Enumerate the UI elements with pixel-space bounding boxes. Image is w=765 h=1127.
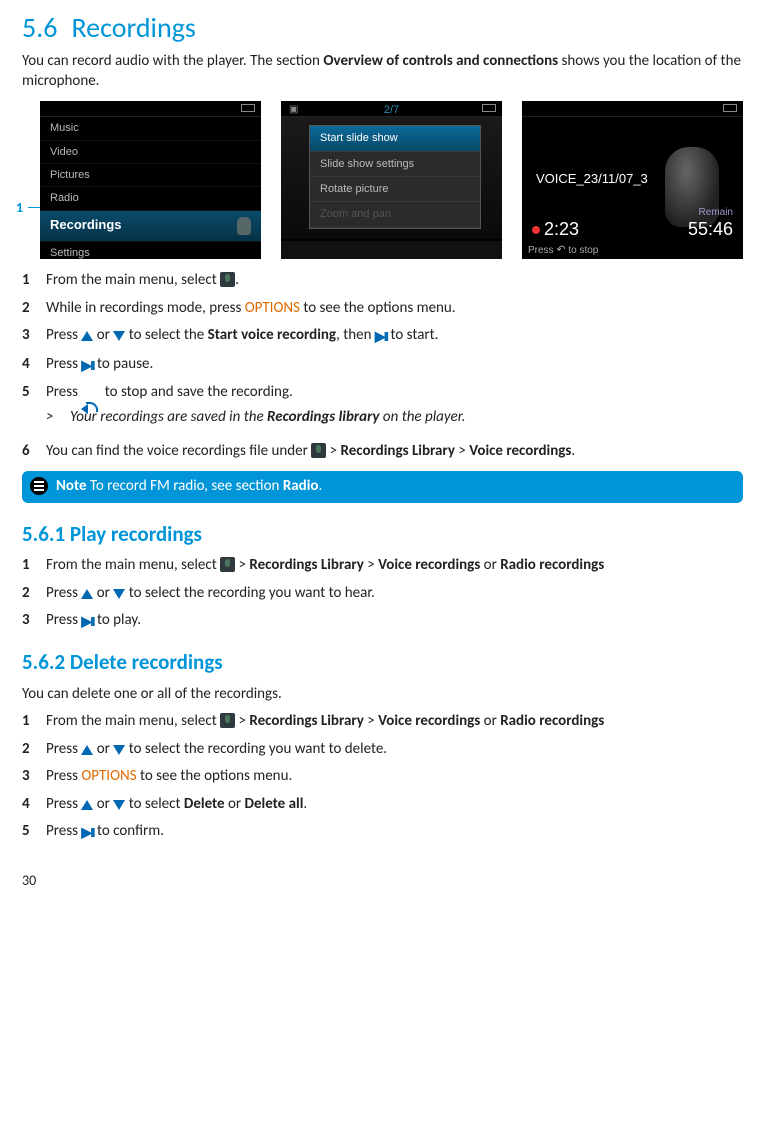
- battery-icon: [241, 104, 255, 112]
- recordings-icon: [220, 272, 235, 287]
- figure-callout-number: 1: [16, 199, 23, 217]
- subsection-heading: 5.6.2 Delete recordings: [22, 649, 743, 676]
- screenshot-options-menu: ▣ 2/7 Start slide show Slide show settin…: [281, 101, 502, 259]
- up-arrow-icon: [81, 800, 93, 810]
- figure-row: 1 Music Video Pictures Radio Recordings …: [22, 101, 743, 259]
- screenshot-recording: VOICE_23/11/07_3 Remain 2:23 55:46 Press…: [522, 101, 743, 259]
- menu-item: Video: [40, 141, 261, 164]
- device-status-bar: [40, 101, 261, 117]
- up-arrow-icon: [81, 331, 93, 341]
- photo-counter: 2/7: [384, 103, 399, 117]
- popup-item: Slide show settings: [310, 152, 480, 177]
- subsection-heading: 5.6.1 Play recordings: [22, 521, 743, 548]
- recording-filename: VOICE_23/11/07_3: [536, 171, 648, 188]
- remain-time: 55:46: [688, 218, 733, 241]
- recordings-icon: [220, 557, 235, 572]
- down-arrow-icon: [113, 745, 125, 755]
- intro-paragraph: You can record audio with the player. Th…: [22, 52, 743, 91]
- down-arrow-icon: [113, 331, 125, 341]
- elapsed-time: 2:23: [544, 219, 579, 239]
- record-dot-icon: [532, 226, 540, 234]
- menu-item-selected: Recordings: [40, 211, 261, 242]
- section-title: Recordings: [71, 10, 195, 45]
- menu-item: Music: [40, 117, 261, 140]
- menu-item: Settings: [40, 242, 261, 260]
- play-pause-icon: ▶II: [81, 357, 93, 375]
- delete-intro: You can delete one or all of the recordi…: [22, 685, 743, 705]
- play-pause-icon: ▶II: [375, 328, 387, 346]
- steps-delete-recordings: 1 From the main menu, select > Recording…: [22, 712, 743, 842]
- battery-icon: [482, 104, 496, 112]
- popup-item-selected: Start slide show: [310, 126, 480, 151]
- device-status-bar: [522, 101, 743, 117]
- steps-recordings: 1 From the main menu, select . 2 While i…: [22, 271, 743, 461]
- up-arrow-icon: [81, 745, 93, 755]
- camera-icon: ▣: [289, 103, 298, 116]
- play-pause-icon: ▶II: [81, 613, 93, 631]
- substep: > Your recordings are saved in the Recor…: [46, 408, 743, 428]
- recording-hint: Press ↶ to stop: [522, 241, 743, 259]
- options-key: OPTIONS: [245, 299, 300, 317]
- page-number: 30: [22, 872, 743, 890]
- section-number: 5.6: [22, 10, 57, 45]
- options-popup: Start slide show Slide show settings Rot…: [309, 125, 481, 228]
- up-arrow-icon: [81, 589, 93, 599]
- note-icon: [30, 477, 48, 495]
- down-arrow-icon: [113, 589, 125, 599]
- screenshot-main-menu: Music Video Pictures Radio Recordings Se…: [40, 101, 261, 259]
- back-icon: ↶: [556, 244, 565, 256]
- battery-icon: [723, 104, 737, 112]
- play-pause-icon: ▶II: [81, 824, 93, 842]
- steps-play-recordings: 1 From the main menu, select > Recording…: [22, 556, 743, 631]
- popup-item: Rotate picture: [310, 177, 480, 202]
- menu-item: Radio: [40, 187, 261, 210]
- recording-time-bar: 2:23 55:46: [522, 218, 743, 241]
- menu-item: Pictures: [40, 164, 261, 187]
- section-heading: 5.6 Recordings: [22, 10, 743, 46]
- microphone-icon: [237, 217, 251, 235]
- note-callout: Note To record FM radio, see section Rad…: [22, 471, 743, 503]
- recordings-icon: [311, 443, 326, 458]
- recordings-icon: [220, 713, 235, 728]
- device-status-bar: ▣ 2/7: [281, 101, 502, 117]
- down-arrow-icon: [113, 800, 125, 810]
- options-key: OPTIONS: [81, 767, 136, 785]
- popup-item-disabled: Zoom and pan: [310, 202, 480, 227]
